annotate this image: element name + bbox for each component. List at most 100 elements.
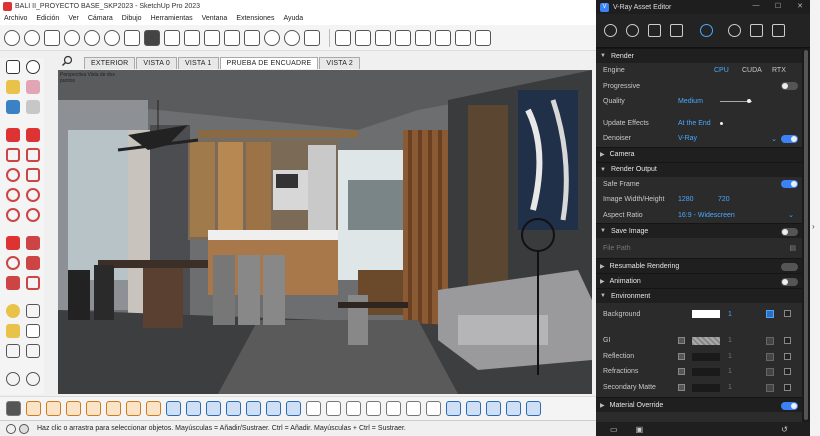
reflection-checkbox[interactable] <box>678 352 685 360</box>
engine-cpu[interactable]: CPU <box>714 67 729 74</box>
render-icon[interactable] <box>64 29 80 46</box>
rectangle-icon[interactable] <box>6 148 20 162</box>
refractions-texture-icon[interactable] <box>766 368 774 376</box>
lights-icon[interactable] <box>626 24 639 37</box>
animation-toggle[interactable] <box>781 278 798 286</box>
reflection-intensity[interactable]: 1 <box>728 353 732 360</box>
reflection-texture-icon[interactable] <box>766 352 774 361</box>
sandbox-stamp-icon[interactable] <box>86 401 101 416</box>
sandbox-flip-icon[interactable] <box>146 401 161 416</box>
section-animation[interactable]: ▶ Animation <box>596 273 802 288</box>
quality-value[interactable]: Medium <box>678 98 703 105</box>
resumable-toggle[interactable] <box>781 263 798 271</box>
eraser-icon[interactable] <box>26 80 40 94</box>
axes-icon[interactable] <box>6 344 20 358</box>
arc-2-icon[interactable] <box>26 188 40 202</box>
reflection-override-checkbox[interactable] <box>784 352 791 360</box>
background-intensity[interactable]: 1 <box>728 311 732 318</box>
walk-icon[interactable] <box>6 372 20 386</box>
save-icon[interactable] <box>164 29 180 46</box>
folder-icon[interactable]: ▤ <box>789 244 796 252</box>
refractions-color-swatch[interactable] <box>692 368 720 376</box>
xray-icon[interactable] <box>446 401 461 416</box>
refractions-override-checkbox[interactable] <box>784 368 791 375</box>
materials-icon[interactable] <box>604 24 617 37</box>
panel-right-arrow-icon[interactable]: › <box>812 222 815 231</box>
light-mesh-icon[interactable] <box>455 29 471 46</box>
polygon-icon[interactable] <box>26 168 40 182</box>
sandbox-smoove-icon[interactable] <box>66 401 81 416</box>
secondary-matte-color-swatch[interactable] <box>692 383 720 392</box>
teapot-icon[interactable] <box>44 29 60 46</box>
open-folder-icon[interactable]: ▭ <box>610 425 618 434</box>
freehand-icon[interactable] <box>26 128 40 142</box>
quality-slider-handle[interactable] <box>747 99 751 103</box>
gi-color-swatch[interactable] <box>692 337 720 345</box>
engine-cuda[interactable]: CUDA <box>742 67 762 74</box>
gi-checkbox[interactable] <box>678 337 685 344</box>
minimize-icon[interactable]: — <box>750 2 762 10</box>
scene-icon[interactable] <box>184 29 200 46</box>
tab-vista-2[interactable]: VISTA 2 <box>319 57 360 69</box>
light-dome-icon[interactable] <box>435 29 451 46</box>
info-icon[interactable] <box>6 423 16 434</box>
sphere-icon[interactable] <box>264 29 280 46</box>
gi-intensity[interactable]: 1 <box>728 337 732 344</box>
tag-icon[interactable] <box>26 100 40 114</box>
move-icon[interactable] <box>6 236 20 250</box>
save-settings-icon[interactable]: ▣ <box>636 425 644 434</box>
dimension-icon[interactable] <box>26 304 40 318</box>
line-icon[interactable] <box>6 128 20 142</box>
secondary-matte-texture-icon[interactable] <box>766 383 774 392</box>
home-view-icon[interactable] <box>346 401 361 416</box>
solid-trim-icon[interactable] <box>226 401 241 416</box>
solid-split-icon[interactable] <box>246 401 261 416</box>
frame-buffer-icon[interactable] <box>124 29 140 46</box>
right-view-icon[interactable] <box>386 401 401 416</box>
background-checkbox[interactable] <box>784 310 791 317</box>
background-texture-icon[interactable] <box>766 310 774 318</box>
frame-buffer-icon[interactable] <box>750 24 763 37</box>
reset-icon[interactable]: ↺ <box>781 425 788 434</box>
vray-scrollbar[interactable] <box>802 48 810 422</box>
gi-texture-icon[interactable] <box>766 337 774 345</box>
progressive-toggle[interactable] <box>781 82 798 91</box>
engine-rtx[interactable]: RTX <box>772 67 786 74</box>
denoiser-dropdown-icon[interactable]: ⌄ <box>771 135 777 143</box>
menu-ayuda[interactable]: Ayuda <box>283 15 303 22</box>
update-effects-value[interactable]: At the End <box>678 120 711 127</box>
gi-override-checkbox[interactable] <box>784 337 791 344</box>
menu-camara[interactable]: Cámara <box>88 15 113 22</box>
front-view-icon[interactable] <box>366 401 381 416</box>
batch-render-icon[interactable] <box>144 29 160 46</box>
orbit-icon[interactable] <box>26 60 40 74</box>
text-icon[interactable] <box>26 324 40 338</box>
aspect-dropdown-icon[interactable]: ⌄ <box>788 211 794 219</box>
select-icon[interactable] <box>6 60 20 74</box>
tab-prueba-de-encuadre[interactable]: PRUEBA DE ENCUADRE <box>219 57 319 69</box>
dropper-icon[interactable] <box>6 401 21 416</box>
material-override-toggle[interactable] <box>781 402 798 410</box>
3d-viewport[interactable]: Perspectiva Vista de dos puntos <box>58 70 592 394</box>
secondary-matte-override-checkbox[interactable] <box>784 383 791 391</box>
section-render-output[interactable]: ▼ Render Output <box>596 161 802 177</box>
component-icon[interactable] <box>6 100 20 114</box>
shaded-icon[interactable] <box>506 401 521 416</box>
section-save-image[interactable]: ▼ Save Image <box>596 223 802 238</box>
protractor-icon[interactable] <box>6 324 20 338</box>
menu-herramientas[interactable]: Herramientas <box>151 15 193 22</box>
maximize-icon[interactable]: ☐ <box>772 2 784 10</box>
hidden-line-icon[interactable] <box>486 401 501 416</box>
arc-icon[interactable] <box>6 188 20 202</box>
left-view-icon[interactable] <box>426 401 441 416</box>
solid-union-icon[interactable] <box>166 401 181 416</box>
sandbox-grid-icon[interactable] <box>46 401 61 416</box>
light-omni-icon[interactable] <box>415 29 431 46</box>
refractions-intensity[interactable]: 1 <box>728 368 732 375</box>
menu-archivo[interactable]: Archivo <box>4 15 27 22</box>
box-icon[interactable] <box>224 29 240 46</box>
section-resumable-rendering[interactable]: ▶ Resumable Rendering <box>596 258 802 273</box>
aspect-ratio-value[interactable]: 16:9 - Widescreen <box>678 212 735 219</box>
tape-measure-icon[interactable] <box>6 304 20 318</box>
solid-outer-icon[interactable] <box>266 401 281 416</box>
